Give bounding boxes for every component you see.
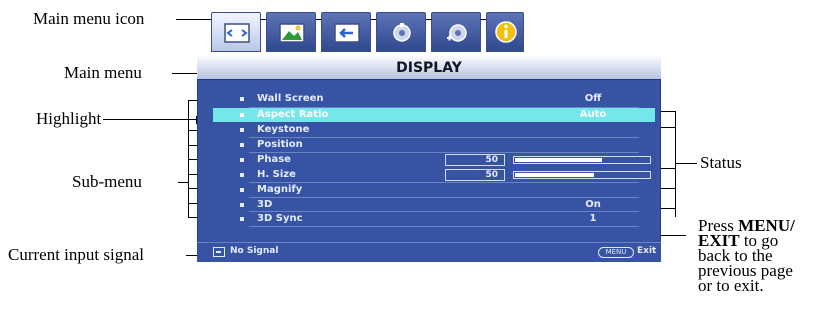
menu-title-bar: DISPLAY: [197, 56, 661, 80]
bullet: [240, 128, 244, 132]
source-icon: [334, 23, 360, 43]
menu-item-position[interactable]: Position: [213, 138, 655, 152]
callout-press-menu-exit: Press MENU/ EXIT to go back to the previ…: [698, 217, 795, 295]
exit-label: Exit: [637, 246, 657, 256]
menu-item-h-size[interactable]: H. Size 50: [213, 168, 655, 182]
menu-item-label: Position: [257, 139, 303, 150]
phase-slider[interactable]: [513, 156, 651, 164]
menu-item-label: Phase: [257, 154, 291, 165]
menu-item-value: Auto: [579, 109, 607, 120]
leader-line: [660, 235, 686, 236]
callout-main-menu-icon: Main menu icon: [33, 9, 145, 28]
row-divider: [249, 182, 639, 183]
menu-footer: No Signal MENU Exit: [197, 242, 661, 262]
callout-current-input-signal: Current input signal: [8, 245, 144, 264]
row-divider: [249, 211, 639, 212]
h-size-value-box: 50: [445, 169, 505, 181]
bullet: [240, 217, 244, 221]
h-size-slider[interactable]: [513, 171, 651, 179]
row-divider: [249, 137, 639, 138]
system-setup-advanced-icon: [447, 24, 467, 42]
leader-line: [675, 163, 697, 164]
leader-line: [103, 119, 196, 120]
menu-item-wall-screen[interactable]: Wall Screen Off: [213, 92, 655, 106]
picture-icon: [279, 23, 305, 43]
bullet: [240, 158, 244, 162]
slider-fill: [515, 158, 603, 162]
tab-source[interactable]: [321, 12, 371, 52]
press-line-5: or to exit.: [698, 276, 764, 295]
menu-item-value: 1: [589, 213, 597, 224]
menu-item-3d-sync[interactable]: 3D Sync 1: [213, 212, 655, 226]
menu-item-value: Off: [584, 93, 602, 104]
input-signal-icon: [213, 247, 225, 257]
menu-item-label: 3D: [257, 199, 273, 210]
main-menu-tabs: [211, 12, 524, 52]
menu-item-3d[interactable]: 3D On: [213, 198, 655, 212]
page-title: DISPLAY: [396, 60, 462, 76]
input-signal-text: No Signal: [230, 246, 279, 256]
tab-system-setup-advanced[interactable]: [431, 12, 481, 52]
row-divider: [249, 197, 639, 198]
leader-line: [178, 182, 188, 183]
system-setup-basic-icon: [393, 23, 411, 42]
menu-item-label: Aspect Ratio: [257, 109, 329, 120]
bullet: [240, 97, 244, 101]
menu-item-label: H. Size: [257, 169, 296, 180]
menu-item-phase[interactable]: Phase 50: [213, 153, 655, 167]
display-icon: [224, 23, 250, 43]
tab-information[interactable]: [486, 12, 524, 52]
bullet: [240, 113, 244, 117]
information-icon: [495, 21, 517, 43]
menu-item-label: Magnify: [257, 184, 303, 195]
callout-sub-menu: Sub-menu: [72, 172, 142, 191]
slider-fill: [515, 173, 594, 177]
menu-button-icon: MENU: [598, 247, 634, 258]
phase-value-box: 50: [445, 154, 505, 166]
row-divider: [249, 226, 639, 227]
menu-item-label: 3D Sync: [257, 213, 303, 224]
menu-item-value: On: [585, 199, 601, 210]
osd-menu: DISPLAY Wall Screen Off Aspect Ratio Aut…: [197, 12, 661, 262]
menu-item-label: Wall Screen: [257, 93, 324, 104]
row-divider: [249, 107, 639, 108]
bullet: [240, 203, 244, 207]
callout-main-menu: Main menu: [64, 63, 142, 82]
row-divider: [249, 152, 639, 153]
bullet: [240, 143, 244, 147]
menu-item-label: Keystone: [257, 124, 310, 135]
leader-line: [675, 111, 676, 217]
tab-picture[interactable]: [266, 12, 316, 52]
menu-item-keystone[interactable]: Keystone: [213, 123, 655, 137]
tab-system-setup-basic[interactable]: [376, 12, 426, 52]
callout-status: Status: [700, 153, 742, 172]
bullet: [240, 173, 244, 177]
callout-highlight: Highlight: [36, 109, 102, 128]
menu-item-magnify[interactable]: Magnify: [213, 183, 655, 197]
menu-item-aspect-ratio[interactable]: Aspect Ratio Auto: [213, 108, 655, 122]
bullet: [240, 188, 244, 192]
tab-display[interactable]: [211, 12, 261, 52]
